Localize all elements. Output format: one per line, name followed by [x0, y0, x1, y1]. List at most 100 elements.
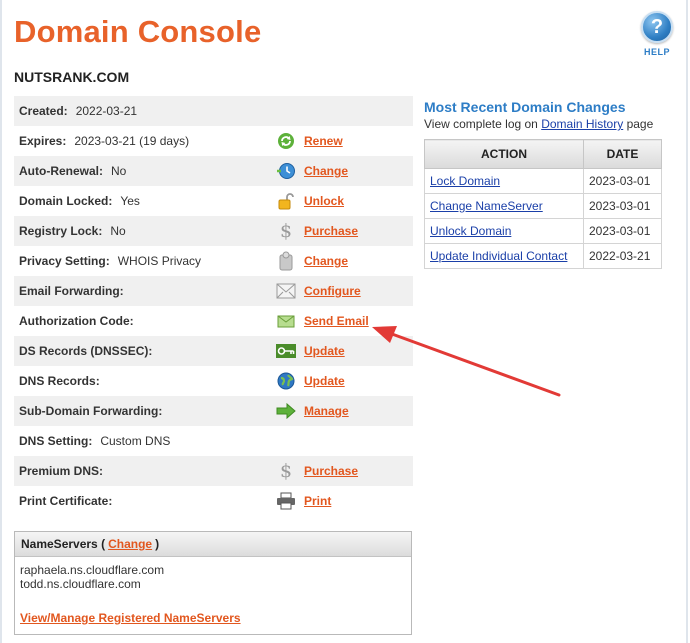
forward-arrow-icon[interactable]: [276, 401, 296, 421]
info-row: Auto-Renewal: No Change: [14, 156, 413, 186]
send-email-link[interactable]: Send Email: [304, 314, 369, 328]
help-icon[interactable]: ?: [641, 11, 673, 43]
change-action-cell: Unlock Domain: [424, 218, 584, 244]
domain-info-panel: Created: 2022-03-21 Expires: 2023-03-21 (19…: [14, 96, 413, 516]
info-row: Print Certificate: Print: [14, 486, 413, 516]
change-action-cell: Lock Domain: [424, 168, 584, 194]
change-date-cell: 2023-03-01: [583, 218, 662, 244]
info-row-value: Yes: [120, 194, 140, 208]
change-action-link[interactable]: Unlock Domain: [430, 224, 511, 238]
info-row-action[interactable]: Unlock: [276, 191, 344, 211]
change-action-cell: Update Individual Contact: [424, 243, 584, 269]
change-action-link[interactable]: Change NameServer: [430, 199, 543, 213]
change-date-cell: 2023-03-01: [583, 168, 662, 194]
table-header-row: ACTION DATE: [424, 139, 662, 169]
info-row-value: Custom DNS: [100, 434, 171, 448]
info-row-action[interactable]: Update: [276, 371, 345, 391]
info-row-value: No: [110, 224, 126, 238]
recent-changes-title: Most Recent Domain Changes: [424, 99, 626, 115]
table-row: Change NameServer 2023-03-01: [424, 193, 662, 219]
configure-link[interactable]: Configure: [304, 284, 361, 298]
info-row: Created: 2022-03-21: [14, 96, 413, 126]
manage-link[interactable]: Manage: [304, 404, 349, 418]
info-row: Registry Lock: No $ Purchase: [14, 216, 413, 246]
globe-icon[interactable]: [276, 371, 296, 391]
info-row-label: Domain Locked: Yes: [19, 194, 140, 208]
envelope-icon[interactable]: [276, 281, 296, 301]
change-action-cell: Change NameServer: [424, 193, 584, 219]
info-row-label: Authorization Code:: [19, 314, 134, 328]
privacy-icon[interactable]: [276, 251, 296, 271]
domain-history-link[interactable]: Domain History: [541, 117, 623, 131]
info-row-label: Expires: 2023-03-21 (19 days): [19, 134, 190, 148]
nameserver-item: raphaela.ns.cloudflare.com: [20, 563, 165, 577]
change-link[interactable]: Change: [304, 254, 348, 268]
info-row-label: Email Forwarding:: [19, 284, 124, 298]
nameservers-body: raphaela.ns.cloudflare.com todd.ns.cloud…: [15, 557, 411, 631]
info-row: Authorization Code: Send Email: [14, 306, 413, 336]
info-row-action[interactable]: Renew: [276, 131, 343, 151]
renew-icon[interactable]: [276, 131, 296, 151]
page-title: Domain Console: [14, 14, 262, 49]
table-row: Unlock Domain 2023-03-01: [424, 218, 662, 244]
change-date-cell: 2023-03-01: [583, 193, 662, 219]
update-link[interactable]: Update: [304, 374, 345, 388]
clock-icon[interactable]: [276, 161, 296, 181]
update-link[interactable]: Update: [304, 344, 345, 358]
domain-name: NUTSRANK.COM: [14, 69, 130, 85]
info-row: DS Records (DNSSEC): Update: [14, 336, 413, 366]
info-row-label: Sub-Domain Forwarding:: [19, 404, 163, 418]
info-row-label: Premium DNS:: [19, 464, 104, 478]
info-row-action[interactable]: Change: [276, 161, 348, 181]
nameserver-item: todd.ns.cloudflare.com: [20, 577, 141, 591]
info-row-label: DS Records (DNSSEC):: [19, 344, 153, 358]
column-header-action: ACTION: [424, 139, 584, 169]
change-link[interactable]: Change: [304, 164, 348, 178]
info-row: Domain Locked: Yes Unlock: [14, 186, 413, 216]
nameservers-change-link[interactable]: Change: [108, 537, 152, 551]
info-row: DNS Setting: Custom DNS: [14, 426, 413, 456]
dollar-icon[interactable]: $: [276, 461, 296, 481]
recent-changes-subtitle: View complete log on Domain History page: [424, 117, 653, 131]
info-row-action[interactable]: Print: [276, 491, 331, 511]
info-row-label: DNS Setting: Custom DNS: [19, 434, 171, 448]
info-row: Expires: 2023-03-21 (19 days) Renew: [14, 126, 413, 156]
padlock-icon[interactable]: [276, 191, 296, 211]
info-row-label: Registry Lock: No: [19, 224, 126, 238]
change-date-cell: 2022-03-21: [583, 243, 662, 269]
info-row-action[interactable]: $ Purchase: [276, 221, 358, 241]
change-action-link[interactable]: Update Individual Contact: [430, 249, 567, 263]
help-label[interactable]: HELP: [641, 47, 673, 57]
key-icon[interactable]: [276, 341, 296, 361]
nameservers-panel: NameServers (Change) raphaela.ns.cloudfl…: [14, 531, 412, 635]
table-row: Update Individual Contact 2022-03-21: [424, 243, 662, 269]
info-row-value: 2023-03-21 (19 days): [74, 134, 190, 148]
unlock-link[interactable]: Unlock: [304, 194, 344, 208]
info-row-action[interactable]: Configure: [276, 281, 361, 301]
printer-icon[interactable]: [276, 491, 296, 511]
info-row-label: Privacy Setting: WHOIS Privacy: [19, 254, 202, 268]
manage-nameservers-link[interactable]: View/Manage Registered NameServers: [20, 611, 241, 625]
info-row-action[interactable]: Change: [276, 251, 348, 271]
purchase-link[interactable]: Purchase: [304, 224, 358, 238]
help-button[interactable]: ? HELP: [641, 11, 673, 57]
info-row: Email Forwarding: Configure: [14, 276, 413, 306]
print-link[interactable]: Print: [304, 494, 331, 508]
change-action-link[interactable]: Lock Domain: [430, 174, 500, 188]
info-row-action[interactable]: $ Purchase: [276, 461, 358, 481]
info-row-value: No: [111, 164, 127, 178]
info-row-label: Created: 2022-03-21: [19, 104, 138, 118]
table-row: Lock Domain 2023-03-01: [424, 168, 662, 194]
send-mail-icon[interactable]: [276, 311, 296, 331]
info-row-action[interactable]: Update: [276, 341, 345, 361]
subtitle-suffix: page: [626, 117, 654, 131]
info-row-action[interactable]: Send Email: [276, 311, 369, 331]
renew-link[interactable]: Renew: [304, 134, 343, 148]
nameservers-header: NameServers (Change): [15, 532, 411, 557]
info-row-label: DNS Records:: [19, 374, 100, 388]
info-row-label: Auto-Renewal: No: [19, 164, 127, 178]
dollar-icon[interactable]: $: [276, 221, 296, 241]
info-row-action[interactable]: Manage: [276, 401, 349, 421]
purchase-link[interactable]: Purchase: [304, 464, 358, 478]
info-row: Privacy Setting: WHOIS Privacy Change: [14, 246, 413, 276]
